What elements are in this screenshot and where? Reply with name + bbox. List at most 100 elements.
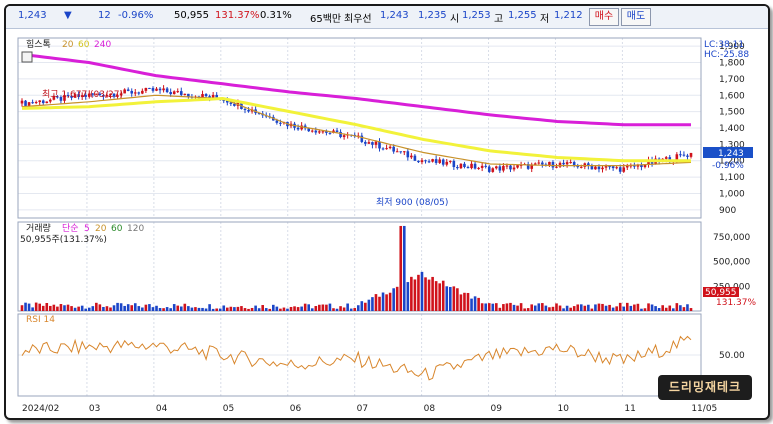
volume-bar [381, 292, 385, 311]
volume-bar [27, 303, 31, 311]
volume-bar [158, 307, 162, 311]
low-annotation: 최저 900 (08/05) [376, 197, 448, 208]
candle-body [424, 160, 427, 162]
volume-bar [141, 307, 144, 311]
volume-bar [654, 306, 657, 311]
settings-icon[interactable] [21, 51, 33, 63]
candle-body [406, 151, 410, 158]
candle-body [470, 163, 473, 169]
volume-bar [261, 305, 264, 311]
volume-bar [194, 307, 197, 311]
panel-border-1 [17, 221, 702, 312]
volume-bar [364, 302, 367, 311]
volume-bar [466, 292, 470, 311]
volume-bar [332, 308, 335, 311]
candle-body [427, 161, 431, 163]
volume-bar [664, 307, 668, 311]
candle-body [487, 166, 491, 172]
candle-body [480, 165, 484, 168]
candle-body [314, 130, 318, 133]
volume-bar [682, 307, 686, 311]
volume-bar [629, 305, 633, 311]
volume-bar [484, 303, 487, 311]
candle-body [169, 92, 172, 95]
price-y-tick: 1,100 [719, 173, 745, 183]
x-tick-label: 10 [557, 404, 569, 414]
volume-bar [583, 305, 587, 311]
candle-body [533, 163, 537, 165]
volume-bar [395, 286, 399, 311]
candle-body [562, 162, 565, 165]
volume-bar [335, 308, 339, 311]
volume-bar [611, 307, 615, 311]
volume-bar [218, 308, 222, 311]
volume-bar [590, 308, 594, 311]
candle-body [441, 159, 445, 165]
chart-window: 1,243 ▼ 12 -0.96% 50,955 131.37% 0.31% 6… [4, 4, 770, 420]
candle-body [392, 146, 395, 152]
volume-bar [576, 304, 580, 311]
volume-bar [211, 308, 215, 311]
candle-body [555, 166, 558, 168]
volume-bar [657, 307, 661, 311]
volume-bar [250, 307, 254, 311]
price-legend-ma240: 240 [94, 40, 111, 50]
candle-body [34, 102, 38, 104]
volume-bar [102, 306, 105, 311]
candle-body [456, 167, 459, 169]
volume-bar [346, 303, 349, 311]
volume-bar [417, 274, 420, 311]
volume-bar [300, 306, 303, 311]
rsi-y-tick: 50.00 [719, 351, 745, 361]
volume-bar [356, 305, 360, 311]
candle-body [509, 165, 512, 170]
candle-body [123, 89, 126, 94]
candle-body [551, 161, 555, 168]
candle-body [491, 168, 495, 172]
y-axes: 1,9001,8001,7001,6001,5001,4001,3001,200… [713, 42, 750, 361]
volume-bar [165, 307, 169, 311]
volume-legend-20: 20 [95, 224, 107, 234]
volume-bar [541, 303, 544, 311]
candle-body [590, 165, 594, 170]
volume-bar [169, 308, 172, 311]
volume-bar [172, 304, 176, 311]
candle-body [381, 148, 385, 150]
chart-canvas: 1,9001,8001,7001,6001,5001,4001,3001,200… [17, 37, 756, 414]
volume-bar [427, 279, 431, 311]
candle-body [597, 166, 601, 170]
x-tick-label: 05 [223, 404, 234, 414]
candle-body [459, 163, 463, 169]
candle-body [388, 146, 392, 149]
volume-bar [321, 304, 325, 311]
candle-body [572, 162, 576, 166]
volume-bar [187, 306, 190, 311]
price-legend-name: 힘스톡 [26, 39, 51, 50]
candle-body [608, 166, 611, 168]
candle-body [445, 161, 449, 165]
candle-body [579, 166, 583, 168]
volume-bar [226, 307, 229, 311]
volume-bar [643, 308, 647, 311]
volume-bar [63, 305, 66, 311]
volume-bar [618, 302, 622, 311]
volume-bar [625, 302, 629, 311]
volume-bar [360, 301, 364, 311]
candle-body [130, 90, 134, 94]
rsi-line-group [21, 335, 692, 381]
candle-body [378, 141, 381, 149]
volume-bar [247, 308, 250, 311]
candle-body [473, 163, 477, 169]
volume-bar [77, 306, 80, 311]
volume-legend-60: 60 [111, 224, 123, 234]
volume-bar [495, 303, 498, 311]
volume-bar [282, 307, 286, 311]
volume-bar [95, 302, 98, 311]
volume-bar [392, 288, 395, 311]
candle-body [399, 151, 403, 153]
candle-body [431, 159, 434, 162]
volume-bar [41, 305, 45, 311]
volume-bar [70, 306, 73, 311]
candle-body [565, 162, 569, 165]
volume-bar [544, 305, 548, 311]
